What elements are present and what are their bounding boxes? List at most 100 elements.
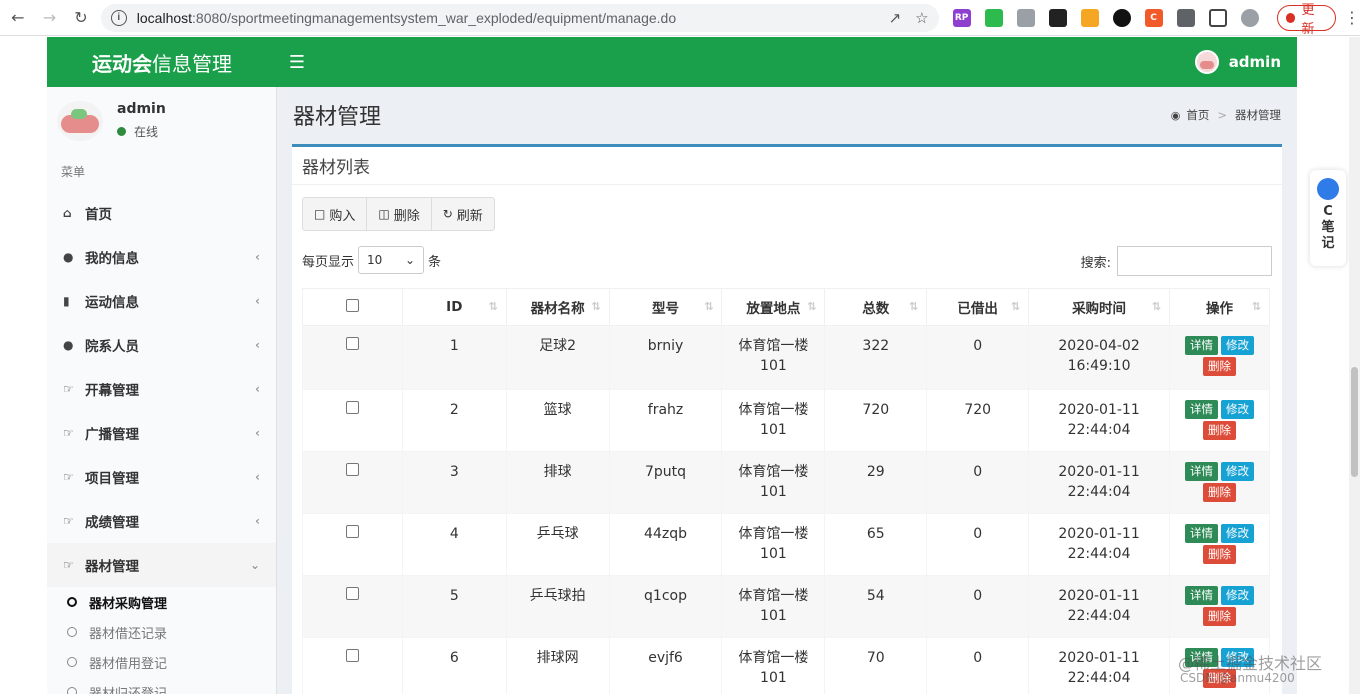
address-bar[interactable]: i localhost:8080/sportmeetingmanagements… (100, 3, 939, 32)
select-all-checkbox[interactable] (345, 298, 359, 312)
row-checkbox[interactable] (345, 525, 359, 538)
purchase-time: 16:49:10 (1067, 358, 1131, 374)
share-icon[interactable]: ↗ (889, 9, 902, 27)
column-header-id[interactable]: ID ⇅ (401, 288, 507, 326)
row-delete-button[interactable]: 删除 (1203, 607, 1236, 626)
table-row: 4 乒乓球 44zqb 体育馆一楼 101 65 0 2020-01-11 22:44:04 详情… (302, 513, 1270, 576)
row-checkbox[interactable] (345, 649, 359, 662)
detail-button[interactable]: 详情 (1185, 462, 1218, 481)
extension-chat-icon[interactable] (984, 8, 1003, 27)
row-delete-button[interactable]: 删除 (1203, 483, 1236, 502)
submenu-item-borrow-record[interactable]: 器材借还记录 (47, 617, 276, 647)
menu-toggle-icon[interactable]: ☰ (277, 52, 317, 73)
update-dot-icon (1285, 12, 1296, 23)
refresh-button[interactable]: ↻ 刷新 (432, 198, 494, 230)
sidebar-item-sport-info[interactable]: ▮ 运动信息 ‹ (47, 279, 276, 323)
scrollbar-thumb[interactable] (1351, 367, 1358, 477)
edit-button[interactable]: 修改 (1221, 462, 1254, 481)
hand-point-icon: ☞ (63, 470, 74, 484)
note-widget[interactable]: C 笔 记 (1310, 170, 1346, 266)
extension-rp-icon[interactable]: RP (952, 8, 971, 27)
column-header-name[interactable]: 器材名称 ⇅ (505, 288, 610, 326)
edit-button[interactable]: 修改 (1221, 524, 1254, 543)
submenu-item-return-register[interactable]: 器材归还登记 (47, 677, 276, 694)
extension-game-icon[interactable] (1048, 8, 1067, 27)
sidebar-item-opening[interactable]: ☞ 开幕管理 ‹ (47, 367, 276, 411)
extension-infinity-icon[interactable] (1112, 8, 1131, 27)
purchase-date: 2020-01-11 (1058, 650, 1140, 666)
submenu-item-purchase[interactable]: 器材采购管理 (47, 587, 276, 617)
column-header-total[interactable]: 总数 ⇅ (824, 288, 928, 326)
row-checkbox[interactable] (345, 337, 359, 350)
profile-icon[interactable] (1240, 8, 1259, 27)
edit-button[interactable]: 修改 (1221, 336, 1254, 355)
page-length-select[interactable]: 10 ⌄ (358, 246, 425, 274)
delete-button[interactable]: ◫ 删除 (367, 198, 432, 230)
detail-button[interactable]: 详情 (1185, 400, 1218, 419)
more-menu-icon[interactable]: ⋮ (1344, 8, 1360, 27)
side-panel-icon[interactable] (1208, 8, 1227, 27)
sidebar-item-department[interactable]: ● 院系人员 ‹ (47, 323, 276, 367)
sidebar-item-project[interactable]: ☞ 项目管理 ‹ (47, 455, 276, 499)
update-label: 更新 (1301, 1, 1315, 36)
reload-icon[interactable]: ↻ (67, 4, 95, 32)
edit-button[interactable]: 修改 (1221, 400, 1254, 419)
column-header-purchase-time[interactable]: 采购时间 ⇅ (1028, 288, 1170, 326)
submenu-item-borrow-register[interactable]: 器材借用登记 (47, 647, 276, 677)
extension-vip-icon[interactable] (1080, 8, 1099, 27)
edit-button[interactable]: 修改 (1221, 586, 1254, 605)
extension-c-icon[interactable]: C (1144, 8, 1163, 27)
sidebar-item-equipment[interactable]: ☞ 器材管理 ⌄ (47, 543, 276, 587)
column-header-model[interactable]: 型号 ⇅ (608, 288, 723, 326)
back-icon[interactable]: ← (4, 4, 32, 32)
row-select-cell (302, 389, 403, 452)
breadcrumb-home-link[interactable]: 首页 (1186, 107, 1209, 123)
select-all-header (302, 288, 403, 326)
row-checkbox[interactable] (345, 587, 359, 600)
sidebar-item-score[interactable]: ☞ 成绩管理 ‹ (47, 499, 276, 543)
extensions-puzzle-icon[interactable] (1176, 8, 1195, 27)
site-info-icon[interactable]: i (110, 9, 127, 26)
update-button[interactable]: 更新 (1276, 2, 1337, 36)
search-input[interactable] (1117, 246, 1272, 276)
sidebar-item-home[interactable]: ⌂ 首页 (47, 191, 276, 235)
detail-button[interactable]: 详情 (1185, 524, 1218, 543)
column-label: ID (446, 299, 463, 315)
circle-icon (67, 627, 77, 637)
cell-model: frahz (608, 389, 723, 452)
chevron-left-icon: ‹ (255, 426, 260, 440)
sidebar-item-my-info[interactable]: ● 我的信息 ‹ (47, 235, 276, 279)
cell-purchase-time: 2020-01-11 22:44:04 (1028, 575, 1170, 638)
row-checkbox[interactable] (345, 401, 359, 414)
page-scrollbar[interactable] (1349, 37, 1360, 694)
buy-button[interactable]: □ 购入 (303, 198, 368, 230)
user-avatar (57, 101, 103, 141)
app-logo[interactable]: 运动会信息管理 (47, 48, 277, 77)
row-delete-button[interactable]: 删除 (1203, 357, 1236, 376)
row-delete-button[interactable]: 删除 (1203, 421, 1236, 440)
purchase-date: 2020-04-02 (1058, 338, 1140, 354)
location-line-2: 101 (760, 358, 787, 374)
main-content: 器材管理 ◉ 首页 > 器材管理 器材列表 □ 购入 ◫ 删除 ↻ 刷新 每页显示 1… (277, 87, 1297, 694)
sort-icon: ⇅ (1251, 300, 1261, 313)
bookmark-star-icon[interactable]: ☆ (915, 9, 928, 27)
purchase-time: 22:44:04 (1067, 608, 1131, 624)
row-delete-button[interactable]: 删除 (1203, 545, 1236, 564)
sidebar-item-broadcast[interactable]: ☞ 广播管理 ‹ (47, 411, 276, 455)
detail-button[interactable]: 详情 (1185, 586, 1218, 605)
detail-button[interactable]: 详情 (1185, 336, 1218, 355)
cell-model: q1cop (608, 575, 723, 638)
header-user-menu[interactable]: admin (1194, 50, 1297, 74)
column-label: 放置地点 (746, 301, 801, 317)
extension-image-icon[interactable] (1016, 8, 1035, 27)
column-header-lent[interactable]: 已借出 ⇅ (926, 288, 1030, 326)
trash-icon: ◫ (378, 207, 390, 221)
cell-id: 6 (401, 637, 507, 694)
row-checkbox[interactable] (345, 463, 359, 476)
refresh-label: 刷新 (456, 208, 483, 224)
hand-point-icon: ☞ (63, 382, 74, 396)
column-header-actions[interactable]: 操作 ⇅ (1169, 288, 1270, 326)
column-header-location[interactable]: 放置地点 ⇅ (721, 288, 826, 326)
forward-icon[interactable]: → (36, 4, 64, 32)
cell-location: 体育馆一楼 101 (721, 325, 826, 390)
